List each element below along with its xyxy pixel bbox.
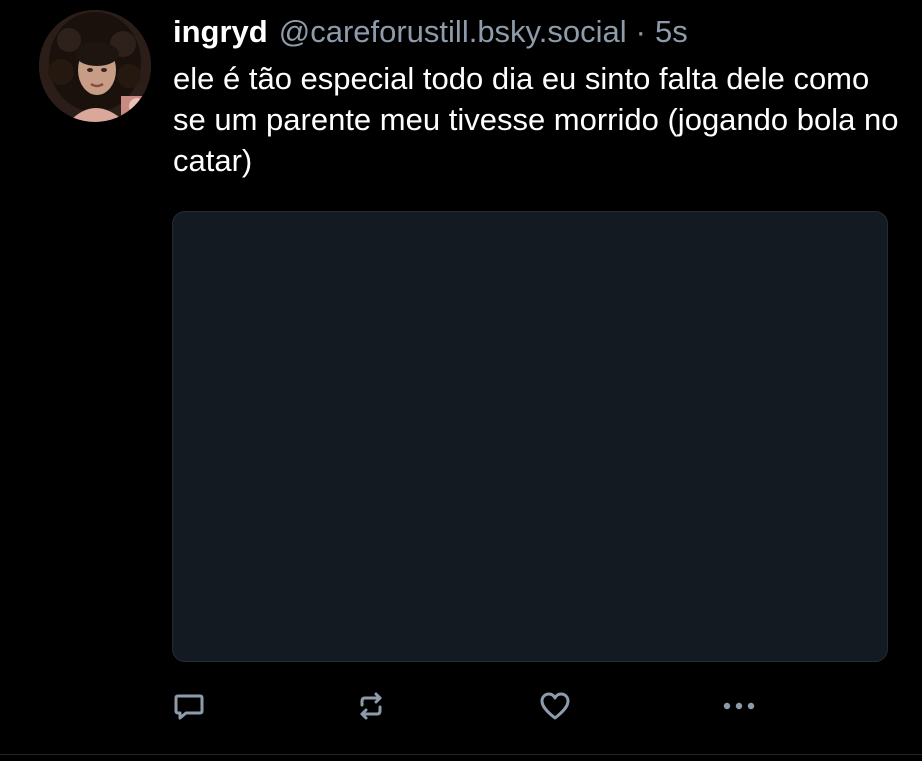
repost-icon xyxy=(360,692,382,720)
like-button[interactable] xyxy=(535,686,575,726)
more-options-icon xyxy=(723,702,755,710)
post-actions xyxy=(0,686,922,726)
timestamp[interactable]: 5s xyxy=(655,10,688,54)
repost-button[interactable] xyxy=(351,686,391,726)
more-options-button[interactable] xyxy=(719,686,759,726)
author-name[interactable]: ingryd xyxy=(173,10,268,54)
avatar[interactable] xyxy=(39,10,151,122)
post-divider xyxy=(0,754,922,755)
post[interactable]: ingryd @careforustill.bsky.social · 5s e… xyxy=(0,0,922,754)
avatar-image xyxy=(39,10,151,122)
separator: · xyxy=(635,14,646,49)
post-header: ingryd @careforustill.bsky.social · 5s xyxy=(173,10,688,54)
media-embed[interactable] xyxy=(172,211,888,662)
author-handle[interactable]: @careforustill.bsky.social xyxy=(279,10,627,54)
heart-icon xyxy=(540,692,570,720)
comment-icon xyxy=(174,694,204,720)
post-text: ele é tão especial todo dia eu sinto fal… xyxy=(173,61,899,178)
reply-button[interactable] xyxy=(169,686,209,726)
